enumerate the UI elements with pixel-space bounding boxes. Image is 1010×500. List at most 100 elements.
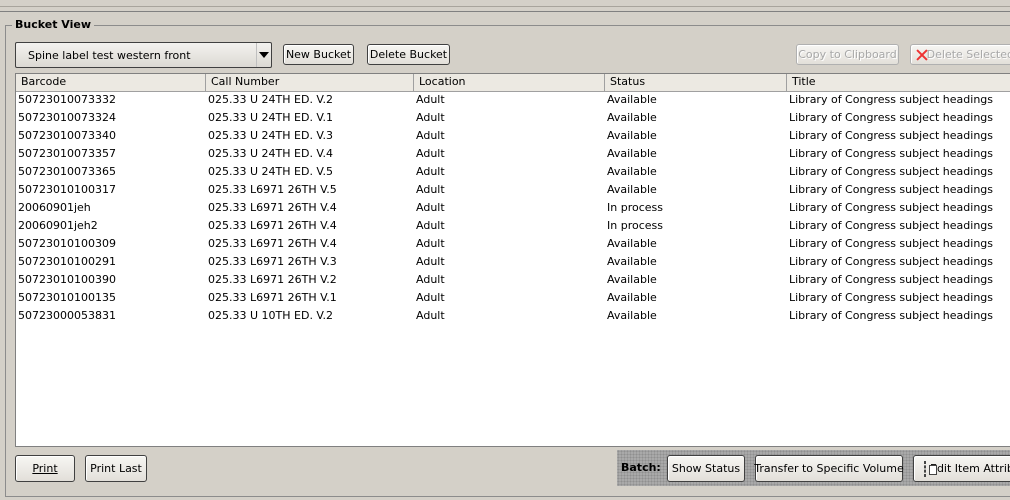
status-cell: Available — [607, 237, 657, 250]
call-number-cell: 025.33 L6971 26TH V.1 — [208, 291, 337, 304]
table-row[interactable]: 50723010100317 025.33 L6971 26TH V.5 Adult… — [16, 181, 1010, 199]
table-row[interactable]: 20060901jeh2 025.33 L6971 26TH V.4 Adult In… — [16, 217, 1010, 235]
table-row[interactable]: 50723010100291 025.33 L6971 26TH V.3 Adult… — [16, 253, 1010, 271]
location-cell: Adult — [416, 165, 445, 178]
location-cell: Adult — [416, 201, 445, 214]
table-row[interactable]: 50723010073340 025.33 U 24TH ED. V.3 Adult… — [16, 127, 1010, 145]
call-number-cell: 025.33 U 24TH ED. V.2 — [208, 93, 334, 106]
title-cell: Library of Congress subject headings — [789, 111, 993, 124]
status-cell: Available — [607, 183, 657, 196]
title-cell: Library of Congress subject headings — [789, 183, 993, 196]
copy-to-clipboard-button[interactable]: Copy to Clipboard — [796, 44, 899, 65]
status-cell: Available — [607, 93, 657, 106]
location-cell: Adult — [416, 129, 445, 142]
edit-attributes-icon — [924, 460, 937, 477]
column-header-status[interactable]: Status — [605, 74, 787, 91]
delete-bucket-button[interactable]: Delete Bucket — [367, 44, 450, 65]
x-icon — [916, 49, 923, 61]
title-cell: Library of Congress subject headings — [789, 255, 993, 268]
status-cell: In process — [607, 201, 663, 214]
transfer-to-volume-button[interactable]: Transfer to Specific Volume — [754, 455, 904, 482]
location-cell: Adult — [416, 219, 445, 232]
barcode-cell: 50723010073332 — [18, 93, 116, 106]
bucket-select-value: Spine label test western front — [28, 48, 191, 62]
status-cell: Available — [607, 309, 657, 322]
call-number-cell: 025.33 L6971 26TH V.2 — [208, 273, 337, 286]
show-status-button[interactable]: Show Status — [667, 455, 745, 482]
title-cell: Library of Congress subject headings — [789, 129, 993, 142]
status-cell: Available — [607, 255, 657, 268]
chevron-down-icon[interactable] — [256, 43, 271, 67]
call-number-cell: 025.33 L6971 26TH V.4 — [208, 237, 337, 250]
title-cell: Library of Congress subject headings — [789, 93, 993, 106]
title-cell: Library of Congress subject headings — [789, 309, 993, 322]
call-number-cell: 025.33 U 24TH ED. V.5 — [208, 165, 334, 178]
edit-item-attributes-button[interactable]: Edit Item Attributes — [913, 455, 1010, 482]
status-cell: In process — [607, 219, 663, 232]
table-row[interactable]: 50723010073324 025.33 U 24TH ED. V.1 Adult… — [16, 109, 1010, 127]
bucket-items-table[interactable]: Barcode Call Number Location Status Titl… — [15, 73, 1010, 447]
column-header-title[interactable]: Title — [787, 74, 1010, 91]
location-cell: Adult — [416, 93, 445, 106]
location-cell: Adult — [416, 111, 445, 124]
title-cell: Library of Congress subject headings — [789, 201, 993, 214]
column-header-location[interactable]: Location — [414, 74, 605, 91]
call-number-cell: 025.33 U 24TH ED. V.1 — [208, 111, 334, 124]
print-button[interactable]: Print — [15, 455, 75, 482]
bucket-select[interactable]: Spine label test western front — [15, 42, 272, 68]
table-row[interactable]: 50723010073357 025.33 U 24TH ED. V.4 Adult… — [16, 145, 1010, 163]
table-row[interactable]: 50723010073332 025.33 U 24TH ED. V.2 Adult… — [16, 91, 1010, 109]
barcode-cell: 50723010073365 — [18, 165, 116, 178]
barcode-cell: 50723010073340 — [18, 129, 116, 142]
column-header-barcode[interactable]: Barcode — [16, 74, 206, 91]
new-bucket-button[interactable]: New Bucket — [283, 44, 354, 65]
title-cell: Library of Congress subject headings — [789, 273, 993, 286]
location-cell: Adult — [416, 147, 445, 160]
status-cell: Available — [607, 165, 657, 178]
delete-selected-label: Delete Selected — [926, 48, 1010, 61]
table-row[interactable]: 50723010073365 025.33 U 24TH ED. V.5 Adult… — [16, 163, 1010, 181]
barcode-cell: 50723010100135 — [18, 291, 116, 304]
table-row[interactable]: 50723000053831 025.33 U 10TH ED. V.2 Adult… — [16, 307, 1010, 325]
barcode-cell: 50723010100309 — [18, 237, 116, 250]
table-header: Barcode Call Number Location Status Titl… — [16, 74, 1010, 92]
title-cell: Library of Congress subject headings — [789, 219, 993, 232]
batch-label: Batch: — [621, 461, 661, 474]
print-last-button[interactable]: Print Last — [85, 455, 147, 482]
location-cell: Adult — [416, 183, 445, 196]
barcode-cell: 20060901jeh — [18, 201, 91, 214]
barcode-cell: 50723010100291 — [18, 255, 116, 268]
status-cell: Available — [607, 291, 657, 304]
barcode-cell: 50723010100317 — [18, 183, 116, 196]
title-cell: Library of Congress subject headings — [789, 237, 993, 250]
location-cell: Adult — [416, 309, 445, 322]
call-number-cell: 025.33 U 24TH ED. V.3 — [208, 129, 334, 142]
table-row[interactable]: 50723010100390 025.33 L6971 26TH V.2 Adult… — [16, 271, 1010, 289]
location-cell: Adult — [416, 237, 445, 250]
location-cell: Adult — [416, 291, 445, 304]
call-number-cell: 025.33 L6971 26TH V.3 — [208, 255, 337, 268]
window-top-edge — [0, 0, 1010, 7]
barcode-cell: 50723000053831 — [18, 309, 116, 322]
title-cell: Library of Congress subject headings — [789, 147, 993, 160]
barcode-cell: 20060901jeh2 — [18, 219, 98, 232]
barcode-cell: 50723010073324 — [18, 111, 116, 124]
table-row[interactable]: 20060901jeh 025.33 L6971 26TH V.4 Adult In … — [16, 199, 1010, 217]
call-number-cell: 025.33 U 24TH ED. V.4 — [208, 147, 334, 160]
location-cell: Adult — [416, 255, 445, 268]
panel-title: Bucket View — [12, 18, 95, 31]
barcode-cell: 50723010073357 — [18, 147, 116, 160]
delete-selected-button[interactable]: Delete Selected — [910, 44, 1010, 65]
window-separator — [0, 11, 1010, 12]
title-cell: Library of Congress subject headings — [789, 291, 993, 304]
call-number-cell: 025.33 L6971 26TH V.4 — [208, 201, 337, 214]
status-cell: Available — [607, 147, 657, 160]
table-row[interactable]: 50723010100135 025.33 L6971 26TH V.1 Adult… — [16, 289, 1010, 307]
barcode-cell: 50723010100390 — [18, 273, 116, 286]
call-number-cell: 025.33 U 10TH ED. V.2 — [208, 309, 334, 322]
location-cell: Adult — [416, 273, 445, 286]
column-header-call-number[interactable]: Call Number — [206, 74, 414, 91]
print-label: Print — [32, 462, 58, 475]
edit-item-attributes-label: Edit Item Attributes — [930, 462, 1010, 475]
table-row[interactable]: 50723010100309 025.33 L6971 26TH V.4 Adult… — [16, 235, 1010, 253]
